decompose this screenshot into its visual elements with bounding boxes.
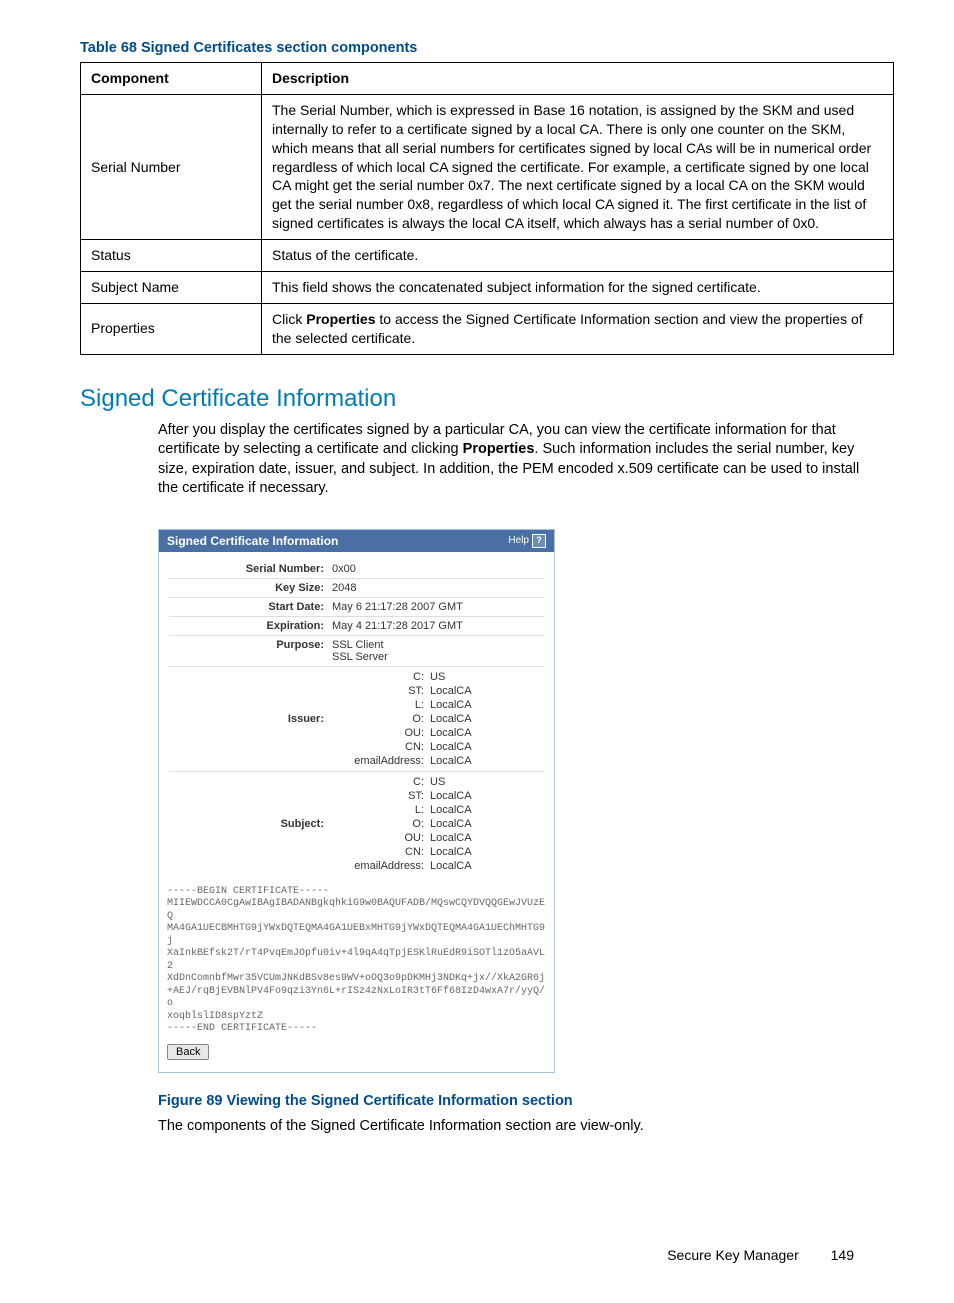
cell-description: Status of the certificate.: [262, 240, 894, 272]
dn-value: LocalCA: [430, 685, 472, 697]
cell-description: Click Properties to access the Signed Ce…: [262, 303, 894, 354]
page-footer: Secure Key Manager 149: [80, 1247, 894, 1263]
dn-key: L:: [332, 804, 430, 816]
dn-row: OU:LocalCA: [332, 726, 544, 740]
dn-value: US: [430, 671, 445, 683]
issuer-label: Issuer:: [169, 670, 332, 768]
dn-key: ST:: [332, 685, 430, 697]
keysize-value: 2048: [332, 582, 356, 594]
bold-text: Properties: [306, 311, 375, 327]
dn-row: emailAddress:LocalCA: [332, 754, 544, 768]
help-link[interactable]: Help ?: [508, 534, 546, 548]
serial-value: 0x00: [332, 563, 356, 575]
start-label: Start Date:: [169, 601, 332, 613]
dn-value: US: [430, 776, 445, 788]
dn-value: LocalCA: [430, 790, 472, 802]
dn-row: ST:LocalCA: [332, 789, 544, 803]
col-description: Description: [262, 63, 894, 95]
dn-key: CN:: [332, 741, 430, 753]
dn-key: O:: [332, 713, 430, 725]
dn-key: CN:: [332, 846, 430, 858]
subject-label: Subject:: [169, 775, 332, 873]
text: SSL Client: [332, 639, 388, 651]
back-button[interactable]: Back: [167, 1044, 209, 1060]
panel-header: Signed Certificate Information Help ?: [159, 530, 554, 552]
section-heading: Signed Certificate Information: [80, 385, 894, 413]
bold-text: Properties: [463, 441, 535, 457]
dn-key: emailAddress:: [332, 860, 430, 872]
cell-description: This field shows the concatenated subjec…: [262, 272, 894, 304]
dn-row: O:LocalCA: [332, 817, 544, 831]
cell-component: Status: [81, 240, 262, 272]
dn-row: L:LocalCA: [332, 698, 544, 712]
signed-cert-info-panel: Signed Certificate Information Help ? Se…: [158, 529, 555, 1073]
dn-row: O:LocalCA: [332, 712, 544, 726]
start-value: May 6 21:17:28 2007 GMT: [332, 601, 463, 613]
purpose-label: Purpose:: [169, 639, 332, 663]
dn-value: LocalCA: [430, 846, 472, 858]
post-figure-text: The components of the Signed Certificate…: [158, 1117, 874, 1137]
exp-label: Expiration:: [169, 620, 332, 632]
dn-row: OU:LocalCA: [332, 831, 544, 845]
dn-value: LocalCA: [430, 860, 472, 872]
dn-key: O:: [332, 818, 430, 830]
panel-title: Signed Certificate Information: [167, 534, 338, 548]
dn-key: ST:: [332, 790, 430, 802]
cell-component: Serial Number: [81, 94, 262, 239]
dn-value: LocalCA: [430, 804, 472, 816]
serial-label: Serial Number:: [169, 563, 332, 575]
help-icon: ?: [532, 534, 546, 548]
table-row: Properties Click Properties to access th…: [81, 303, 894, 354]
footer-page: 149: [831, 1247, 854, 1263]
dn-row: L:LocalCA: [332, 803, 544, 817]
dn-value: LocalCA: [430, 818, 472, 830]
table-row: Serial Number The Serial Number, which i…: [81, 94, 894, 239]
cell-component: Subject Name: [81, 272, 262, 304]
dn-row: C:US: [332, 670, 544, 684]
dn-key: C:: [332, 671, 430, 683]
dn-key: OU:: [332, 727, 430, 739]
dn-value: LocalCA: [430, 755, 472, 767]
dn-row: CN:LocalCA: [332, 845, 544, 859]
dn-value: LocalCA: [430, 741, 472, 753]
issuer-block: Issuer: C:USST:LocalCAL:LocalCAO:LocalCA…: [169, 667, 544, 772]
dn-value: LocalCA: [430, 832, 472, 844]
subject-block: Subject: C:USST:LocalCAL:LocalCAO:LocalC…: [169, 772, 544, 876]
dn-row: emailAddress:LocalCA: [332, 859, 544, 873]
help-label: Help: [508, 535, 529, 546]
components-table: Component Description Serial Number The …: [80, 62, 894, 355]
dn-value: LocalCA: [430, 713, 472, 725]
table-row: Status Status of the certificate.: [81, 240, 894, 272]
info-grid: Serial Number: 0x00 Key Size: 2048 Start…: [159, 552, 554, 880]
dn-value: LocalCA: [430, 727, 472, 739]
dn-value: LocalCA: [430, 699, 472, 711]
pem-block: -----BEGIN CERTIFICATE----- MIIEWDCCA0Cg…: [159, 880, 554, 1040]
exp-value: May 4 21:17:28 2017 GMT: [332, 620, 463, 632]
dn-key: emailAddress:: [332, 755, 430, 767]
dn-key: OU:: [332, 832, 430, 844]
table-caption: Table 68 Signed Certificates section com…: [80, 40, 894, 56]
purpose-value: SSL Client SSL Server: [332, 639, 388, 663]
dn-key: L:: [332, 699, 430, 711]
footer-title: Secure Key Manager: [667, 1247, 799, 1263]
cell-component: Properties: [81, 303, 262, 354]
section-body: After you display the certificates signe…: [158, 421, 874, 499]
text: SSL Server: [332, 651, 388, 663]
dn-row: CN:LocalCA: [332, 740, 544, 754]
dn-row: ST:LocalCA: [332, 684, 544, 698]
figure-caption: Figure 89 Viewing the Signed Certificate…: [158, 1093, 894, 1109]
keysize-label: Key Size:: [169, 582, 332, 594]
table-row: Subject Name This field shows the concat…: [81, 272, 894, 304]
col-component: Component: [81, 63, 262, 95]
dn-key: C:: [332, 776, 430, 788]
text: Click: [272, 311, 306, 327]
dn-row: C:US: [332, 775, 544, 789]
cell-description: The Serial Number, which is expressed in…: [262, 94, 894, 239]
